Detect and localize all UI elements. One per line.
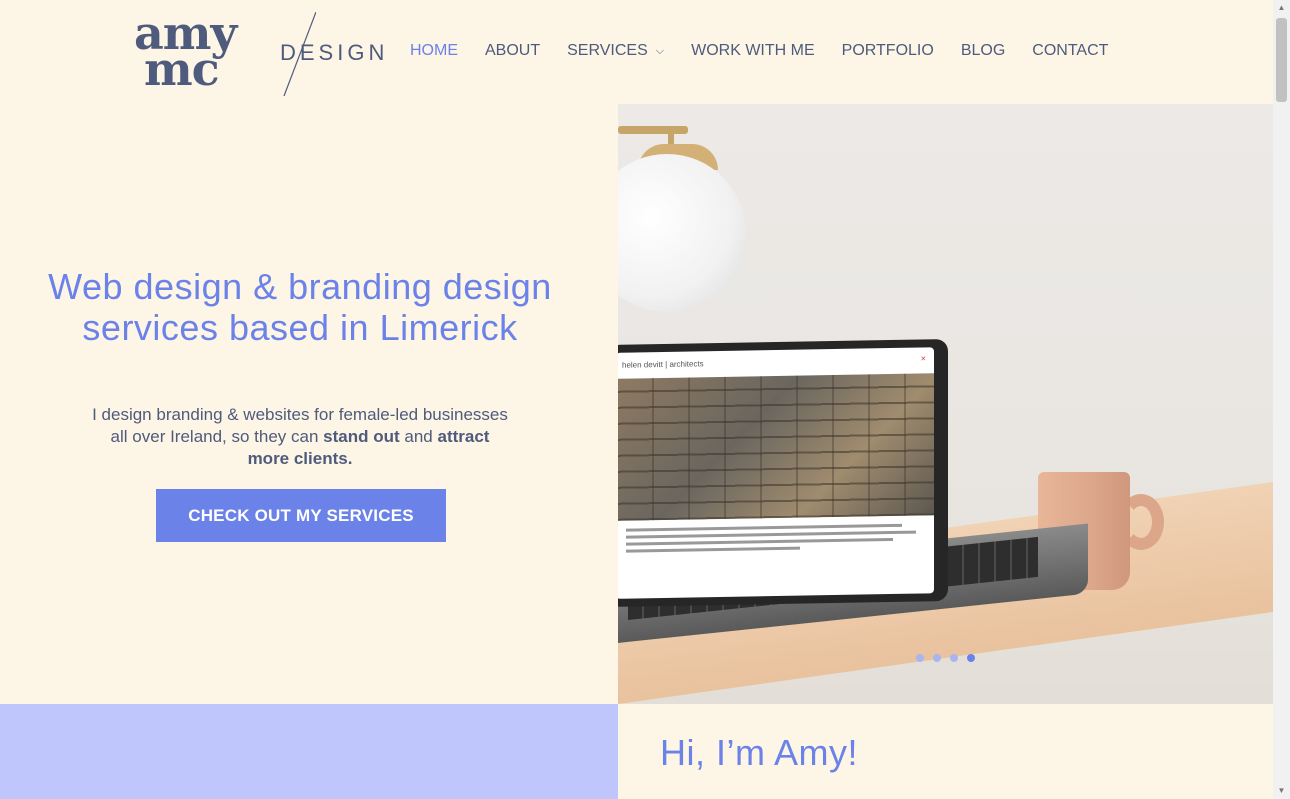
laptop-screen: helen devitt | architects × [618,339,948,607]
nav-work-with-me[interactable]: WORK WITH ME [691,42,815,60]
preview-close-icon: × [920,353,926,364]
slider-dot-1[interactable] [916,654,924,662]
nav-about[interactable]: ABOUT [485,42,540,60]
hero-title: Web design & branding design services ba… [48,266,552,348]
nav-portfolio[interactable]: PORTFOLIO [842,42,934,60]
about-heading: Hi, I’m Amy! [660,732,859,773]
laptop-website-preview: helen devitt | architects × [618,347,934,599]
scroll-up-arrow-icon[interactable]: ▲ [1273,0,1290,16]
hero-section: Web design & branding design services ba… [0,104,618,704]
lamp-globe [618,154,746,312]
slider-dot-2[interactable] [933,654,941,662]
page-scrollbar[interactable]: ▲ ▼ [1273,0,1290,799]
nav-services[interactable]: SERVICES ⌵ [567,42,664,60]
logo-wordmark: DESIGN [280,40,389,65]
nav-services-label: SERVICES [567,42,648,59]
chevron-down-icon[interactable]: ⌵ [656,45,664,58]
about-image-band [0,704,618,799]
slider-dot-3[interactable] [950,654,958,662]
preview-brand: helen devitt | architects [622,359,704,370]
site-logo[interactable]: amy mc DESIGN [134,10,384,96]
hero-description: I design branding & websites for female-… [90,404,510,470]
scrollbar-thumb[interactable] [1276,18,1287,102]
hero-image-slider: helen devitt | architects × [618,104,1273,704]
nav-home[interactable]: HOME [410,42,458,60]
about-intro: Hi, I’m Amy! [618,704,1273,799]
main-nav: HOME ABOUT SERVICES ⌵ WORK WITH ME PORTF… [410,42,1108,60]
logo-mc: mc [144,42,220,96]
slider-dot-4[interactable] [967,654,975,662]
check-out-services-button[interactable]: CHECK OUT MY SERVICES [156,489,446,542]
site-header: amy mc DESIGN HOME ABOUT SERVICES ⌵ WORK… [0,0,1273,104]
hero-text-strong1: stand out [323,427,400,446]
lamp-arm [618,126,688,134]
nav-blog[interactable]: BLOG [961,42,1005,60]
preview-brick-wall-image [618,373,934,521]
hero-text-part2: and [399,427,438,446]
nav-contact[interactable]: CONTACT [1032,42,1108,60]
scroll-down-arrow-icon[interactable]: ▼ [1273,783,1290,799]
preview-text-lines [626,523,916,557]
slider-dots [916,654,975,662]
